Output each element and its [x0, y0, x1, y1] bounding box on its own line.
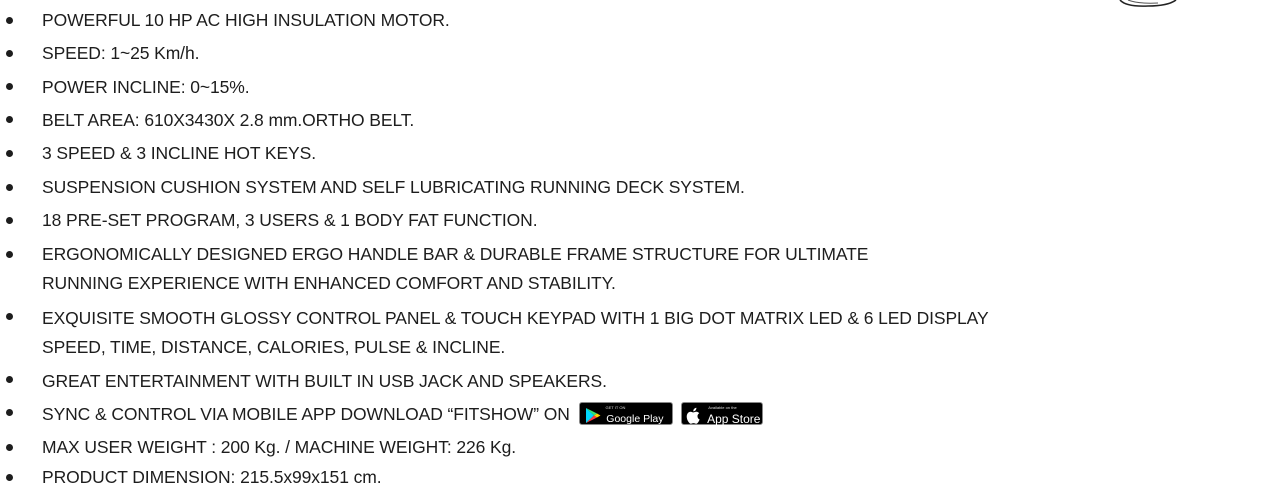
spec-text: BELT AREA: 610X3430X 2.8 mm.ORTHO BELT. [42, 110, 415, 130]
bullet-icon [6, 313, 13, 320]
spec-text: 18 PRE-SET PROGRAM, 3 USERS & 1 BODY FAT… [42, 210, 538, 230]
google-play-badge[interactable]: GET IT ON Google Play [578, 401, 673, 425]
bullet-icon [6, 83, 13, 90]
app-store-small-text: Available on the [708, 404, 737, 410]
spec-text-line-1: EXQUISITE SMOOTH GLOSSY CONTROL PANEL & … [42, 308, 989, 328]
spec-text: ERGONOMICALLY DESIGNED ERGO HANDLE BAR &… [42, 243, 868, 295]
google-play-icon [585, 407, 601, 423]
spec-text-line-2: SPEED, TIME, DISTANCE, CALORIES, PULSE &… [42, 337, 506, 357]
spec-text: SPEED: 1~25 Km/h. [42, 43, 200, 63]
bullet-icon [6, 116, 13, 123]
spec-text: SYNC & CONTROL VIA MOBILE APP DOWNLOAD “… [42, 401, 764, 427]
bullet-icon [6, 217, 13, 224]
spec-text: 3 SPEED & 3 INCLINE HOT KEYS. [42, 143, 316, 163]
bullet-icon [6, 150, 13, 157]
spec-text: GREAT ENTERTAINMENT WITH BUILT IN USB JA… [42, 371, 607, 391]
app-store-badge[interactable]: Available on the App Store [681, 401, 764, 425]
bullet-icon [6, 409, 13, 416]
bullet-icon [6, 251, 13, 258]
apple-icon [687, 407, 700, 424]
bullet-icon [6, 50, 13, 57]
bullet-icon [6, 474, 13, 481]
bullet-icon [6, 17, 13, 24]
spec-text: POWERFUL 10 HP AC HIGH INSULATION MOTOR. [42, 10, 450, 30]
bullet-icon [6, 184, 13, 191]
spec-text: POWER INCLINE: 0~15%. [42, 77, 250, 97]
spec-text-line-1: ERGONOMICALLY DESIGNED ERGO HANDLE BAR &… [42, 244, 869, 264]
spec-text: SUSPENSION CUSHION SYSTEM AND SELF LUBRI… [42, 177, 745, 197]
product-image-edge [1119, 0, 1177, 7]
bullet-icon [6, 444, 13, 451]
google-play-small-text: GET IT ON [605, 404, 626, 410]
spec-text: PRODUCT DIMENSION: 215.5x99x151 cm. [42, 467, 382, 487]
spec-text-line-2: RUNNING EXPERIENCE WITH ENHANCED COMFORT… [42, 273, 616, 293]
spec-text: MAX USER WEIGHT : 200 Kg. / MACHINE WEIG… [42, 437, 517, 457]
spec-text: EXQUISITE SMOOTH GLOSSY CONTROL PANEL & … [42, 307, 989, 359]
spec-text-line-1: SYNC & CONTROL VIA MOBILE APP DOWNLOAD “… [42, 404, 570, 424]
bullet-icon [6, 376, 13, 383]
